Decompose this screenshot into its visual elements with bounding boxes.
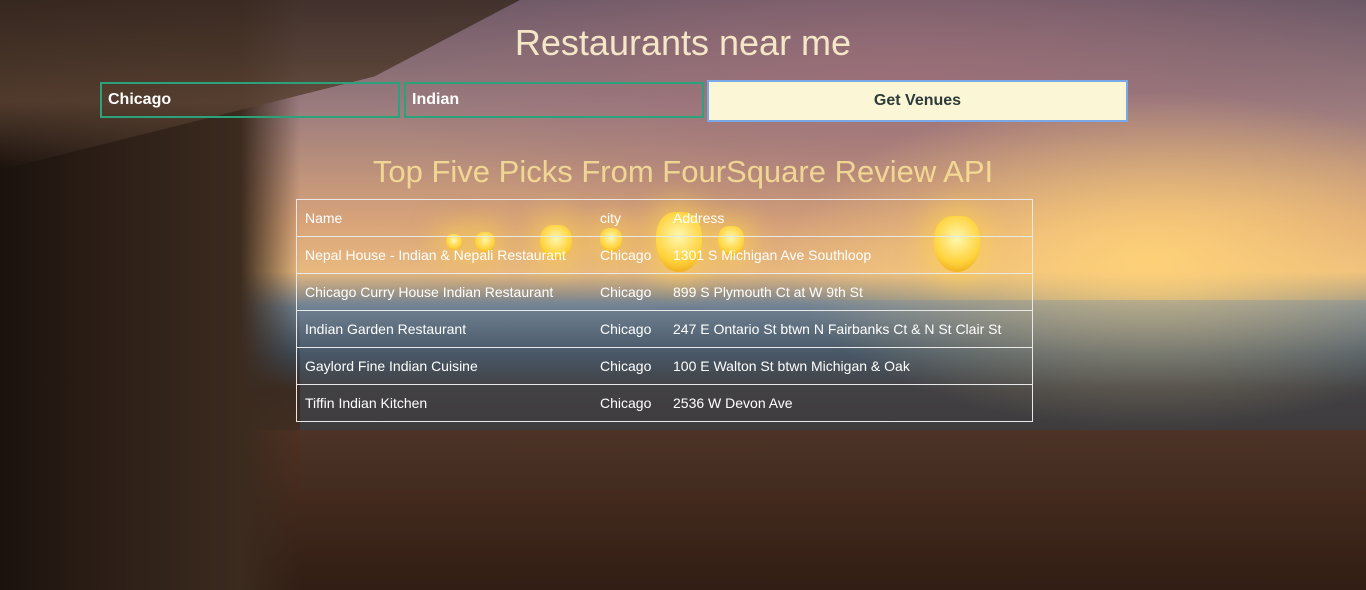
table-row: Gaylord Fine Indian Cuisine Chicago 100 … <box>296 347 1033 385</box>
venue-address: 247 E Ontario St btwn N Fairbanks Ct & N… <box>665 310 1033 348</box>
venue-name: Gaylord Fine Indian Cuisine <box>296 347 592 385</box>
venue-city: Chicago <box>592 347 665 385</box>
table-row: Nepal House - Indian & Nepali Restaurant… <box>296 236 1033 274</box>
venue-address: 100 E Walton St btwn Michigan & Oak <box>665 347 1033 385</box>
venue-address: 2536 W Devon Ave <box>665 384 1033 422</box>
venue-name: Indian Garden Restaurant <box>296 310 592 348</box>
venue-name: Chicago Curry House Indian Restaurant <box>296 273 592 311</box>
table-row: Tiffin Indian Kitchen Chicago 2536 W Dev… <box>296 384 1033 422</box>
column-header-address: Address <box>665 199 1033 237</box>
venue-city: Chicago <box>592 310 665 348</box>
venue-address: 1301 S Michigan Ave Southloop <box>665 236 1033 274</box>
cuisine-input[interactable] <box>404 82 704 118</box>
venue-city: Chicago <box>592 236 665 274</box>
results-subtitle: Top Five Picks From FourSquare Review AP… <box>372 154 994 189</box>
venues-table: Name city Address Nepal House - Indian &… <box>296 199 1033 422</box>
table-header-row: Name city Address <box>296 199 1033 237</box>
venue-address: 899 S Plymouth Ct at W 9th St <box>665 273 1033 311</box>
venue-city: Chicago <box>592 384 665 422</box>
city-input[interactable] <box>100 82 400 118</box>
venue-name: Tiffin Indian Kitchen <box>296 384 592 422</box>
table-row: Indian Garden Restaurant Chicago 247 E O… <box>296 310 1033 348</box>
column-header-city: city <box>592 199 665 237</box>
venue-name: Nepal House - Indian & Nepali Restaurant <box>296 236 592 274</box>
get-venues-button[interactable]: Get Venues <box>707 80 1128 122</box>
table-row: Chicago Curry House Indian Restaurant Ch… <box>296 273 1033 311</box>
venue-city: Chicago <box>592 273 665 311</box>
column-header-name: Name <box>296 199 592 237</box>
page-title: Restaurants near me <box>514 22 852 63</box>
